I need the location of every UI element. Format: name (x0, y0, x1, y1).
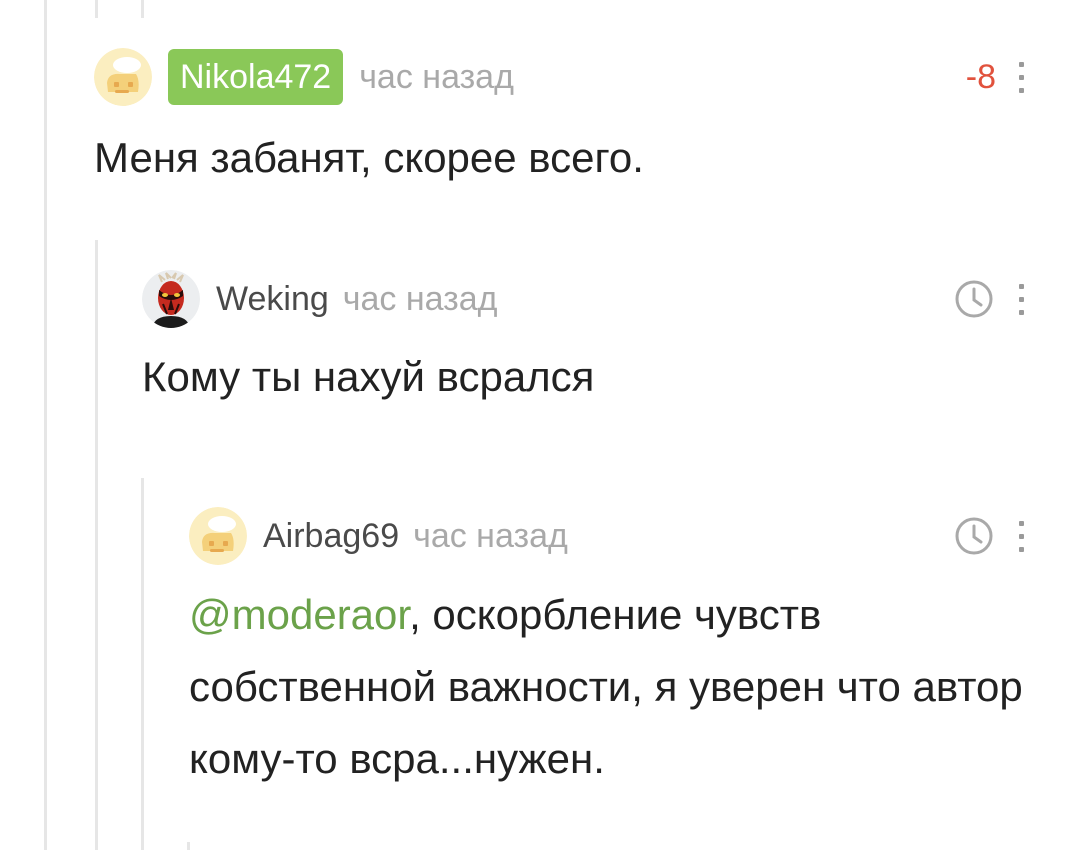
comment-text: Кому ты нахуй всрался (142, 353, 595, 400)
comment-header: Airbag69 час назад (189, 505, 1034, 567)
comment-header: Nikola472 час назад -8 (94, 45, 1034, 109)
thread-line (141, 0, 144, 18)
comment-actions (954, 268, 1024, 330)
user-mention-link[interactable]: @moderaor (189, 591, 409, 638)
thread-line (95, 240, 98, 850)
default-avatar-icon[interactable] (94, 48, 152, 106)
comment-text: @moderaor, оскорбление чувств собственно… (189, 579, 1034, 795)
thread-line (141, 478, 144, 850)
comment: Nikola472 час назад -8 Меня забанят, ско… (94, 45, 1034, 193)
default-avatar-icon[interactable] (189, 507, 247, 565)
comment-time: час назад (359, 57, 514, 96)
comment-actions (954, 505, 1024, 567)
clock-icon[interactable] (954, 279, 994, 319)
more-vertical-icon[interactable] (1018, 61, 1024, 93)
comment-header: Weking час назад (142, 268, 1034, 330)
comment-time: час назад (413, 516, 568, 555)
comment: Weking час назад Кому ты нахуй всрался (142, 268, 1034, 412)
username[interactable]: Airbag69 (263, 516, 399, 556)
username[interactable]: Weking (216, 279, 329, 319)
comment: Airbag69 час назад @moderaor, оскорблени… (189, 505, 1034, 795)
username[interactable]: Nikola472 (168, 49, 344, 105)
clock-icon[interactable] (954, 516, 994, 556)
thread-line (187, 842, 190, 850)
comment-rating: -8 (965, 57, 996, 96)
darth-maul-avatar-icon[interactable] (142, 270, 200, 328)
comment-time: час назад (342, 279, 498, 318)
comment-actions: -8 (966, 45, 1024, 109)
comment-text: Меня забанят, скорее всего. (94, 134, 644, 181)
thread-line (44, 0, 47, 850)
comment-thread: Nikola472 час назад -8 Меня забанят, ско… (0, 0, 1080, 850)
more-vertical-icon[interactable] (1018, 520, 1024, 552)
thread-line (95, 0, 98, 18)
more-vertical-icon[interactable] (1018, 283, 1024, 315)
